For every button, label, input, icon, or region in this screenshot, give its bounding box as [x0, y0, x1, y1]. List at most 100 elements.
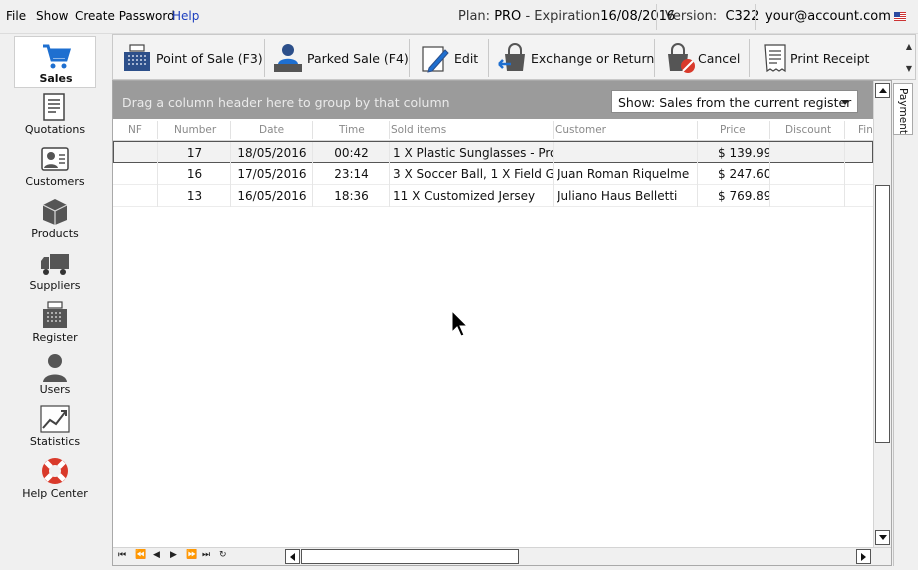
menu-show[interactable]: Show	[36, 9, 68, 23]
sidebar-item-customers[interactable]: Customers	[14, 140, 96, 192]
scroll-left-button[interactable]	[285, 549, 300, 564]
mouse-cursor-icon	[451, 310, 469, 337]
sidebar-item-help-center[interactable]: Help Center	[14, 452, 96, 504]
menubar-separator	[755, 4, 756, 30]
column-header-fin[interactable]: Fin	[858, 124, 873, 136]
cell-customer: Juan Roman Riquelme	[557, 167, 690, 181]
first-page-icon[interactable]: ⏮	[118, 550, 126, 560]
cell-divider	[844, 163, 845, 185]
column-header-date[interactable]: Date	[259, 124, 284, 136]
payment-tab-label: Payment	[897, 88, 909, 134]
exchange-or-return-button[interactable]: Exchange or Return	[491, 39, 655, 77]
edit-label: Edit	[454, 51, 479, 66]
side-panel-strip	[893, 135, 913, 566]
cancel-button[interactable]: Cancel	[658, 39, 746, 77]
column-header-price[interactable]: Price	[720, 124, 746, 136]
shopping-bag-exchange-icon	[498, 43, 525, 71]
vertical-scrollbar[interactable]	[873, 81, 891, 547]
toolbar-separator	[409, 39, 410, 77]
chevron-down-icon	[841, 100, 849, 105]
column-header-customer[interactable]: Customer	[555, 124, 606, 136]
toolbar-separator	[749, 39, 750, 77]
cell-divider	[697, 185, 698, 207]
show-filter-dropdown[interactable]: Show: Sales from the current register	[611, 90, 858, 113]
sidebar-item-label: Quotations	[24, 123, 86, 136]
cell-divider	[697, 163, 698, 185]
sidebar-item-statistics[interactable]: Statistics	[14, 400, 96, 452]
truck-icon	[41, 254, 69, 275]
cell-time: 18:36	[334, 189, 369, 203]
point-of-sale-button[interactable]: Point of Sale (F3)	[115, 39, 263, 77]
previous-page-icon[interactable]: ⏪	[135, 550, 146, 560]
box-icon	[42, 199, 68, 225]
version-label: Version:	[665, 9, 718, 24]
column-header-time[interactable]: Time	[339, 124, 365, 136]
column-divider	[553, 121, 554, 139]
column-divider	[697, 121, 698, 139]
arrow-down-icon	[879, 535, 887, 540]
column-header-number[interactable]: Number	[174, 124, 216, 136]
cell-divider	[389, 185, 390, 207]
edit-pencil-icon	[422, 46, 449, 73]
scroll-down-button[interactable]	[875, 530, 890, 545]
table-row[interactable]: 17 18/05/2016 00:42 1 X Plastic Sunglass…	[113, 141, 873, 164]
next-page-icon[interactable]: ⏩	[186, 550, 197, 560]
cell-number: 13	[186, 189, 203, 203]
chart-icon	[40, 405, 70, 433]
last-page-icon[interactable]: ⏭	[202, 550, 210, 560]
record-navigator-bar: ⏮ ⏪ ◀ ▶ ⏩ ⏭ ↻	[113, 547, 891, 565]
vertical-scroll-thumb[interactable]	[875, 185, 890, 443]
cell-number: 16	[186, 167, 203, 181]
print-receipt-button[interactable]: Print Receipt	[753, 39, 875, 77]
scroll-up-button[interactable]	[875, 83, 890, 98]
refresh-icon[interactable]: ↻	[219, 550, 227, 560]
cell-price: $ 247.60	[718, 167, 770, 181]
column-header-nf[interactable]: NF	[128, 124, 142, 136]
us-flag-icon[interactable]	[894, 12, 906, 21]
sidebar-item-users[interactable]: Users	[14, 348, 96, 400]
table-row[interactable]: 13 16/05/2016 18:36 11 X Customized Jers…	[113, 185, 873, 207]
cell-sold-items: 1 X Plastic Sunglasses - Pro	[393, 146, 553, 160]
sidebar-item-register[interactable]: Register	[14, 296, 96, 348]
edit-button[interactable]: Edit	[413, 39, 485, 77]
cash-register-icon	[43, 301, 67, 328]
cell-divider	[697, 142, 698, 164]
column-divider	[844, 121, 845, 139]
table-row[interactable]: 16 17/05/2016 23:14 3 X Soccer Ball, 1 X…	[113, 163, 873, 185]
sidebar-item-label: Help Center	[22, 487, 88, 500]
column-header-discount[interactable]: Discount	[785, 124, 831, 136]
cell-divider	[844, 142, 845, 164]
cart-icon	[43, 44, 72, 69]
payment-tab[interactable]: Payment	[893, 83, 913, 135]
column-header-row: NF Number Date Time Sold items Customer …	[113, 119, 873, 141]
menu-help[interactable]: Help	[172, 9, 199, 23]
group-by-panel[interactable]: Drag a column header here to group by th…	[113, 81, 873, 119]
user-icon	[43, 354, 67, 382]
account-email[interactable]: your@account.com	[765, 9, 891, 24]
sales-grid: Drag a column header here to group by th…	[112, 80, 892, 566]
menu-file[interactable]: File	[6, 9, 26, 23]
menu-create-password[interactable]: Create Password	[75, 9, 175, 23]
cashier-icon	[274, 44, 302, 72]
menu-bar: File Show Create Password Help Plan: PRO…	[0, 0, 918, 34]
column-header-sold-items[interactable]: Sold items	[391, 124, 446, 136]
sidebar-item-suppliers[interactable]: Suppliers	[14, 244, 96, 296]
sidebar-item-sales[interactable]: Sales	[14, 36, 96, 88]
sidebar-item-label: Products	[31, 227, 79, 240]
menubar-separator	[656, 4, 657, 30]
previous-record-icon[interactable]: ◀	[153, 550, 160, 560]
parked-sale-button[interactable]: Parked Sale (F4)	[266, 39, 409, 77]
scroll-right-button[interactable]	[856, 549, 871, 564]
sidebar-item-label: Register	[32, 331, 78, 344]
cell-divider	[553, 185, 554, 207]
horizontal-scroll-thumb[interactable]	[301, 549, 519, 564]
next-record-icon[interactable]: ▶	[170, 550, 177, 560]
sidebar-item-products[interactable]: Products	[14, 192, 96, 244]
exchange-or-return-label: Exchange or Return	[531, 51, 655, 66]
arrow-right-icon	[861, 553, 866, 561]
sidebar-item-quotations[interactable]: Quotations	[14, 88, 96, 140]
sidebar-item-label: Statistics	[29, 435, 81, 448]
toolbar-overflow-arrows[interactable]: ▲ ▼	[906, 41, 912, 74]
horizontal-scrollbar[interactable]	[285, 549, 871, 564]
cell-price: $ 769.89	[718, 189, 770, 203]
